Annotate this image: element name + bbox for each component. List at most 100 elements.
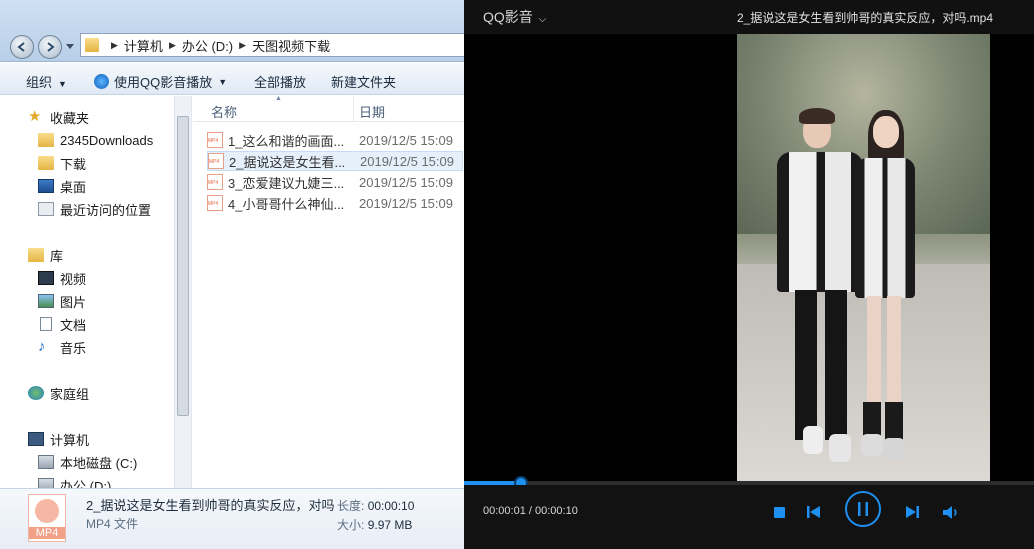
column-header-date[interactable]: 日期	[359, 102, 385, 121]
history-dropdown-icon[interactable]	[66, 44, 74, 50]
address-bar[interactable]: ▶ 计算机 ▶ 办公 (D:) ▶ 天图视频下载	[80, 33, 466, 57]
nav-item-desktop[interactable]: 桌面	[38, 176, 86, 196]
file-name: 4_小哥哥什么神仙...	[228, 196, 345, 212]
nav-item-videos[interactable]: 视频	[38, 268, 86, 288]
file-date: 2019/12/5 15:09	[359, 132, 453, 148]
stop-button[interactable]	[769, 502, 789, 522]
player-titlebar: QQ影音 ⌵ 2_据说这是女生看到帅哥的真实反应，对吗.mp4	[464, 0, 1034, 34]
nav-label: 库	[50, 248, 64, 264]
nav-label: 计算机	[50, 432, 90, 448]
file-row-selected[interactable]: 2_据说这是女生看... 2019/12/5 15:09	[207, 151, 463, 171]
stop-icon	[773, 506, 785, 518]
pause-icon	[858, 502, 868, 516]
library-icon	[28, 248, 44, 262]
mp4-file-icon	[207, 174, 223, 190]
video-person-leg	[825, 290, 847, 440]
previous-button[interactable]	[804, 502, 824, 522]
video-person-shoe	[883, 438, 905, 460]
arrow-right-icon	[47, 42, 55, 52]
nav-item-music[interactable]: ♪ 音乐	[38, 337, 86, 357]
nav-label: 图片	[60, 294, 87, 310]
nav-label: 视频	[60, 271, 87, 287]
details-file-type: MP4 文件	[86, 517, 139, 531]
homegroup-icon	[28, 386, 44, 400]
video-person-leg	[795, 290, 817, 440]
nav-item-downloads[interactable]: 下载	[38, 153, 86, 173]
breadcrumb-computer[interactable]: 计算机	[124, 36, 163, 55]
chevron-down-icon: ▼	[58, 79, 67, 89]
nav-item-drive-c[interactable]: 本地磁盘 (C:)	[38, 452, 137, 472]
nav-item-pictures[interactable]: 图片	[38, 291, 86, 311]
nav-label: 本地磁盘 (C:)	[60, 455, 138, 471]
video-person-shoe	[829, 434, 851, 462]
breadcrumb-folder[interactable]: 天图视频下载	[252, 36, 330, 55]
nav-item-2345downloads[interactable]: 2345Downloads	[38, 130, 153, 150]
file-date: 2019/12/5 15:09	[359, 174, 453, 190]
file-row[interactable]: 4_小哥哥什么神仙... 2019/12/5 15:09	[207, 193, 463, 213]
player-video-title: 2_据说这是女生看到帅哥的真实反应，对吗.mp4	[737, 11, 994, 25]
video-library-icon	[38, 271, 54, 285]
skip-next-icon	[906, 506, 919, 518]
file-list: 名称 ▲ 日期 1_这么和谐的画面... 2019/12/5 15:09 2_据…	[193, 95, 466, 488]
file-name: 1_这么和谐的画面...	[228, 133, 345, 149]
qq-player-icon	[94, 74, 109, 89]
skip-previous-icon	[807, 506, 820, 518]
explorer-titlebar: ▶ 计算机 ▶ 办公 (D:) ▶ 天图视频下载	[0, 0, 466, 62]
video-person-face	[873, 116, 899, 148]
size-value: 9.97 MB	[367, 518, 413, 532]
video-person-sock	[885, 402, 903, 442]
video-person-jacket	[855, 158, 915, 298]
length-label: 长度:	[337, 499, 365, 513]
nav-item-recent[interactable]: 最近访问的位置	[38, 199, 151, 219]
new-folder-button[interactable]: 新建文件夹	[331, 72, 396, 91]
mp4-file-large-icon: MP4	[28, 494, 66, 542]
details-pane: MP4 2_据说这是女生看到帅哥的真实反应，对吗 MP4 文件 长度: 00:0…	[0, 488, 466, 549]
speaker-icon	[942, 505, 957, 519]
video-person-jacket	[777, 152, 863, 292]
nav-item-drive-d[interactable]: 办公 (D:)	[38, 475, 111, 488]
volume-button[interactable]	[940, 502, 962, 522]
column-header-name[interactable]: 名称	[211, 102, 237, 121]
play-with-qq-button[interactable]: 使用QQ影音播放 ▼	[94, 72, 227, 91]
play-with-label: 使用QQ影音播放	[114, 75, 213, 90]
nav-label: 文档	[60, 317, 87, 333]
length-value: 00:00:10	[367, 499, 415, 513]
nav-scrollbar[interactable]	[174, 96, 191, 488]
nav-item-documents[interactable]: 文档	[38, 314, 86, 334]
forward-button[interactable]	[38, 35, 62, 59]
player-app-name: QQ影音	[483, 9, 533, 25]
column-header-row: 名称 ▲ 日期	[193, 95, 466, 122]
file-row[interactable]: 3_恋爱建议九婕三... 2019/12/5 15:09	[207, 172, 463, 192]
computer-icon	[28, 432, 44, 446]
nav-computer[interactable]: 计算机	[28, 429, 89, 449]
desktop-icon	[38, 179, 54, 193]
nav-label: 桌面	[60, 179, 87, 195]
mp4-file-icon	[208, 153, 224, 169]
play-all-button[interactable]: 全部播放	[254, 72, 306, 91]
navigation-pane: ★ 收藏夹 2345Downloads 下载 桌面 最近访问的位置 库 视频 图…	[0, 96, 192, 488]
organize-label: 组织	[26, 75, 53, 90]
nav-label: 音乐	[60, 340, 87, 356]
video-frame[interactable]	[737, 34, 990, 484]
file-name: 3_恋爱建议九婕三...	[228, 175, 345, 191]
qq-player-window: QQ影音 ⌵ 2_据说这是女生看到帅哥的真实反应，对吗.mp4 00:00:01…	[464, 0, 1034, 549]
scrollbar-thumb[interactable]	[177, 116, 189, 416]
next-button[interactable]	[902, 502, 922, 522]
back-button[interactable]	[10, 35, 34, 59]
organize-button[interactable]: 组织 ▼	[26, 72, 67, 91]
file-row[interactable]: 1_这么和谐的画面... 2019/12/5 15:09	[207, 130, 463, 150]
video-person-shoe	[803, 426, 823, 454]
command-bar: 组织 ▼ 使用QQ影音播放 ▼ 全部播放 新建文件夹	[0, 63, 466, 95]
mp4-file-icon	[207, 132, 223, 148]
nav-homegroup[interactable]: 家庭组	[28, 383, 89, 403]
file-type-badge: MP4	[29, 527, 65, 539]
drive-icon	[38, 455, 54, 469]
video-person-shoe	[861, 434, 883, 456]
player-menu-button[interactable]: QQ影音 ⌵	[483, 7, 546, 27]
column-divider	[353, 96, 354, 122]
nav-libraries[interactable]: 库	[28, 245, 63, 265]
breadcrumb-drive-d[interactable]: 办公 (D:)	[182, 36, 233, 55]
nav-favorites[interactable]: ★ 收藏夹	[28, 107, 89, 127]
pause-button[interactable]	[845, 491, 881, 527]
folder-icon	[85, 38, 99, 52]
